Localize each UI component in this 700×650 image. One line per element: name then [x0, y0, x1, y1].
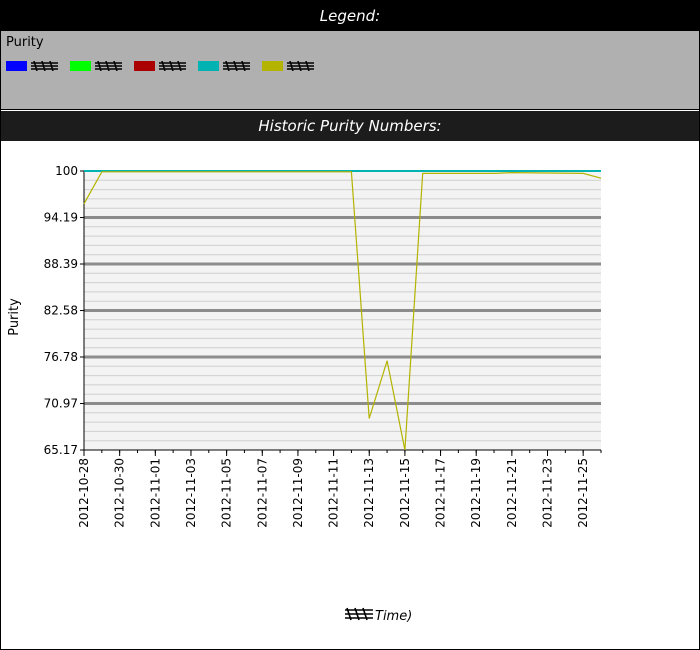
y-tick-label: 100	[55, 164, 78, 178]
x-tick-label: 2012-11-25	[576, 458, 590, 528]
x-tick-label: 2012-11-11	[327, 458, 341, 528]
x-tick-label: 2012-11-23	[541, 458, 555, 528]
x-axis-label-group: Time)	[345, 607, 412, 624]
legend-item	[134, 61, 188, 71]
y-tick-label: 94.19	[44, 211, 78, 225]
legend-items	[6, 61, 316, 71]
x-tick-label: 2012-10-28	[77, 458, 91, 528]
x-tick-label: 2012-11-21	[505, 458, 519, 528]
line-chart: 100 94.19 88.39 82.58 76.78 70.97 65.17 2012-1…	[7, 164, 602, 624]
legend-swatch	[198, 61, 219, 71]
legend-item	[6, 61, 60, 71]
x-tick-label: 2012-11-03	[184, 458, 198, 528]
x-tick-label: 2012-11-17	[434, 458, 448, 528]
x-tick-label: 2012-11-19	[469, 458, 483, 528]
legend-scribble	[159, 61, 186, 71]
legend-panel: Purity	[1, 31, 699, 110]
x-axis-label: Time)	[375, 609, 412, 624]
y-tick-label: 88.39	[44, 257, 78, 271]
legend-scribble	[223, 61, 250, 71]
x-tick-labels: 2012-10-28 2012-10-30 2012-11-01 2012-11-03…	[77, 450, 602, 528]
legend-scribble	[95, 61, 122, 71]
y-tick-label: 70.97	[44, 397, 78, 411]
legend-swatch	[70, 61, 91, 71]
legend-item	[262, 61, 316, 71]
x-tick-label: 2012-11-13	[362, 458, 376, 528]
legend-swatch	[6, 61, 27, 71]
x-tick-label: 2012-11-09	[291, 458, 305, 528]
legend-swatch	[134, 61, 155, 71]
legend-swatch	[262, 61, 283, 71]
x-tick-label: 2012-10-30	[113, 458, 127, 528]
x-tick-label: 2012-11-07	[255, 458, 269, 528]
y-tick-label: 65.17	[44, 443, 78, 457]
y-axis-label: Purity	[7, 298, 22, 336]
x-tick-label: 2012-11-05	[220, 458, 234, 528]
legend-scribble	[31, 61, 58, 71]
x-tick-label: 2012-11-01	[148, 458, 162, 528]
y-tick-label: 82.58	[44, 304, 78, 318]
chart-frame: Legend: Purity Historic Purity Numbers: …	[0, 0, 700, 650]
legend-item	[70, 61, 124, 71]
y-tick-label: 76.78	[44, 350, 78, 364]
legend-scribble	[287, 61, 314, 71]
scribble-mark	[345, 607, 373, 621]
y-tick-labels: 100 94.19 88.39 82.58 76.78 70.97 65.17	[44, 164, 84, 457]
legend-title: Purity	[6, 35, 44, 50]
legend-header: Legend:	[1, 1, 699, 31]
x-tick-label: 2012-11-15	[398, 458, 412, 528]
legend-item	[198, 61, 252, 71]
chart-header: Historic Purity Numbers:	[1, 111, 699, 141]
